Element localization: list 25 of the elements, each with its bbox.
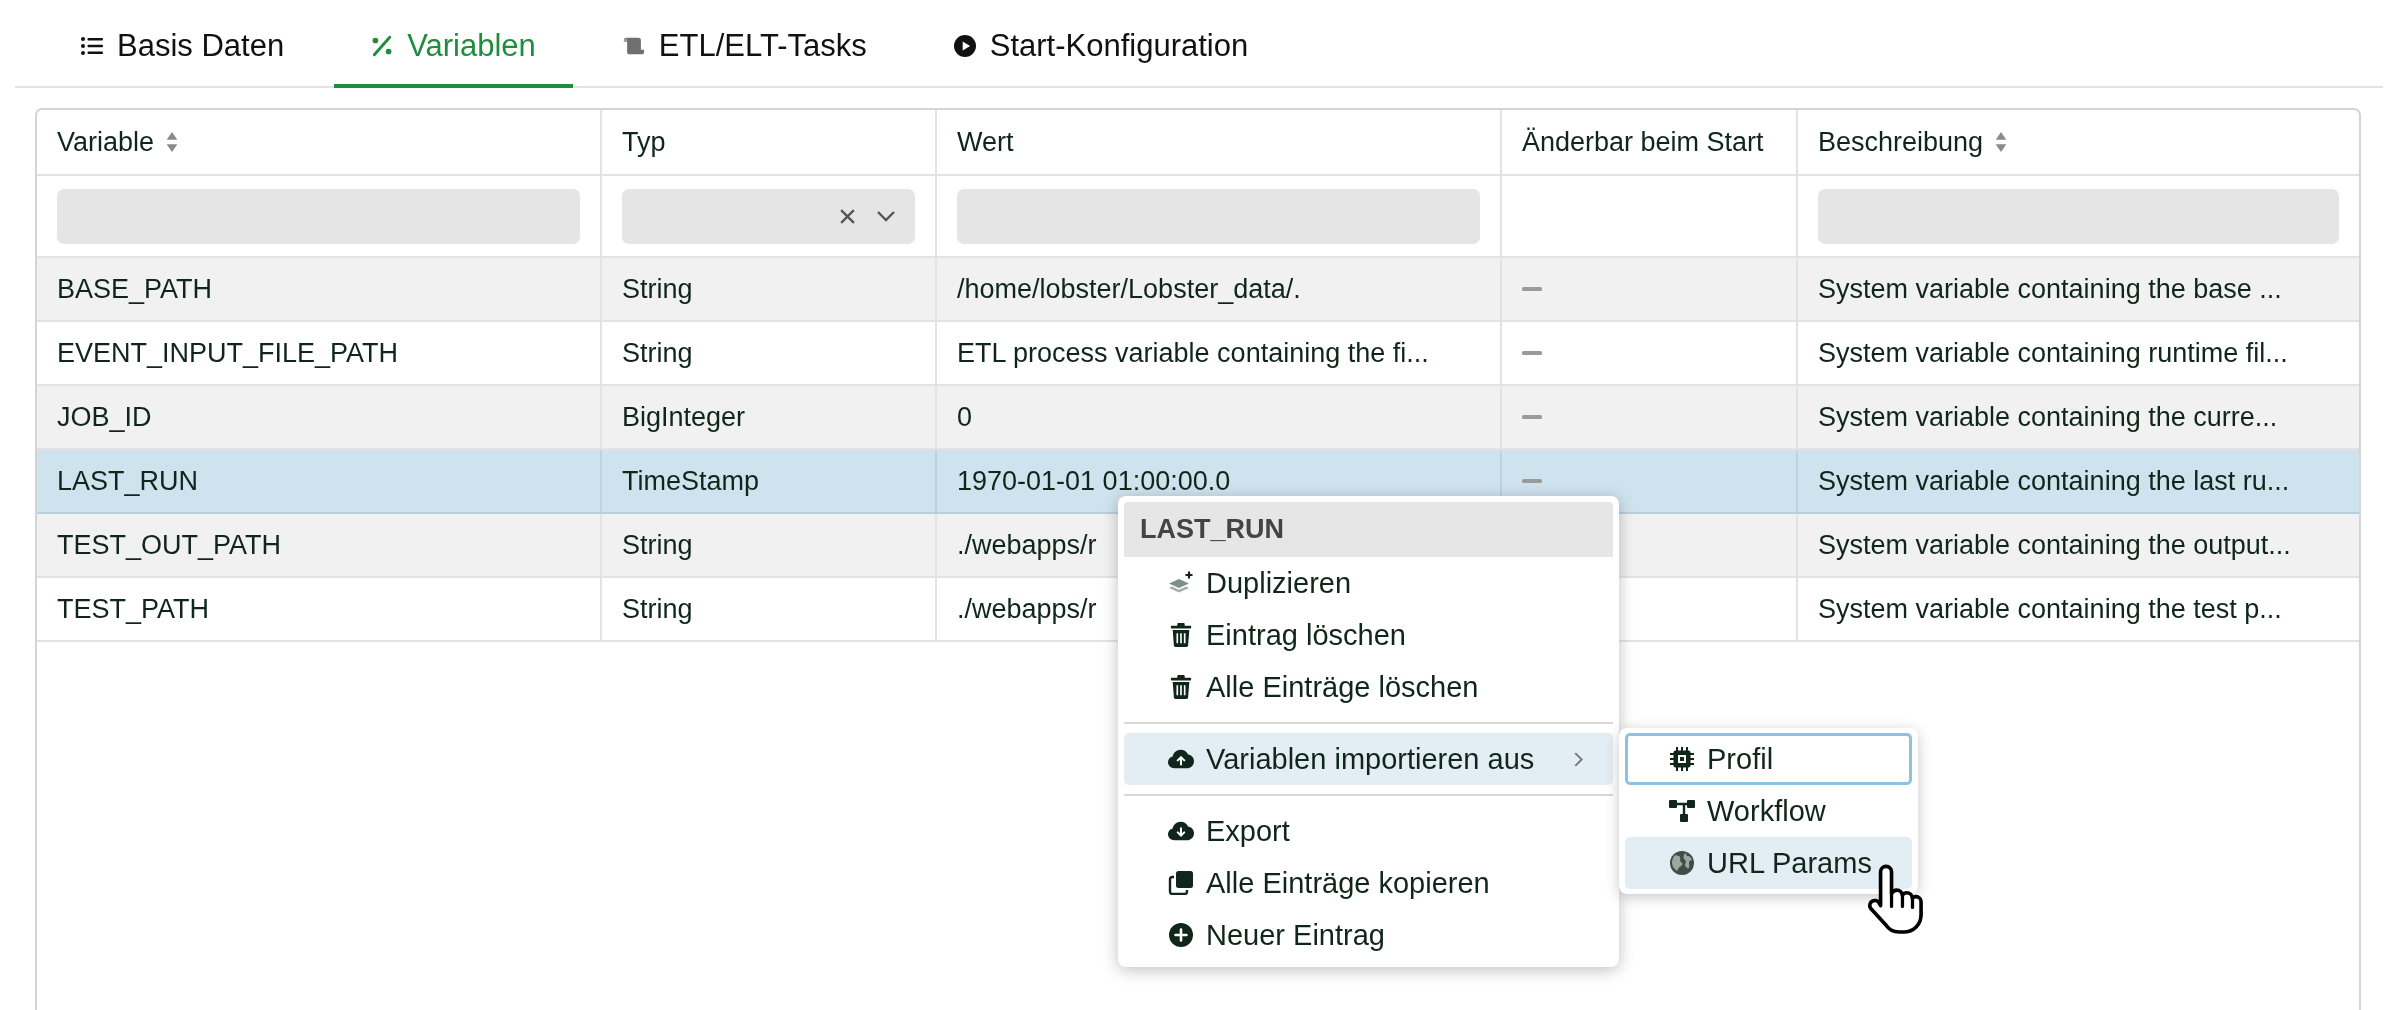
table-cell-text: System variable containing runtime fil... bbox=[1817, 336, 2289, 370]
table-cell: String bbox=[602, 322, 937, 384]
column-header: Wert bbox=[957, 126, 1014, 158]
table-cell: EVENT_INPUT_FILE_PATH bbox=[37, 322, 602, 384]
column-header: Änderbar beim Start bbox=[1522, 126, 1764, 158]
table-cell: String bbox=[602, 578, 937, 640]
table-cell-text: System variable containing the curre... bbox=[1817, 400, 2279, 434]
table-cell: /home/lobster/Lobster_data/. bbox=[937, 258, 1502, 320]
table-cell: BASE_PATH bbox=[37, 258, 602, 320]
table-cell-text: System variable containing the base ... bbox=[1817, 272, 2283, 306]
table-cell-text: System variable containing the output... bbox=[1817, 528, 2292, 562]
table-cell-text: System variable containing the last ru... bbox=[1817, 464, 2291, 498]
table-cell: 0 bbox=[937, 386, 1502, 448]
table-cell-text: System variable containing the test p... bbox=[1817, 592, 2283, 626]
table-cell: String bbox=[602, 514, 937, 576]
table-cell: JOB_ID bbox=[37, 386, 602, 448]
table-cell: TEST_OUT_PATH bbox=[37, 514, 602, 576]
table-cell: LAST_RUN bbox=[37, 450, 602, 512]
table-cell: ETL process variable containing the fi... bbox=[937, 322, 1502, 384]
column-header: Typ bbox=[622, 126, 666, 158]
table-cell: TEST_PATH bbox=[37, 578, 602, 640]
table-cell: BigInteger bbox=[602, 386, 937, 448]
menu-title: LAST_RUN bbox=[1124, 502, 1613, 557]
table-cell: TimeStamp bbox=[602, 450, 937, 512]
table-cell: String bbox=[602, 258, 937, 320]
